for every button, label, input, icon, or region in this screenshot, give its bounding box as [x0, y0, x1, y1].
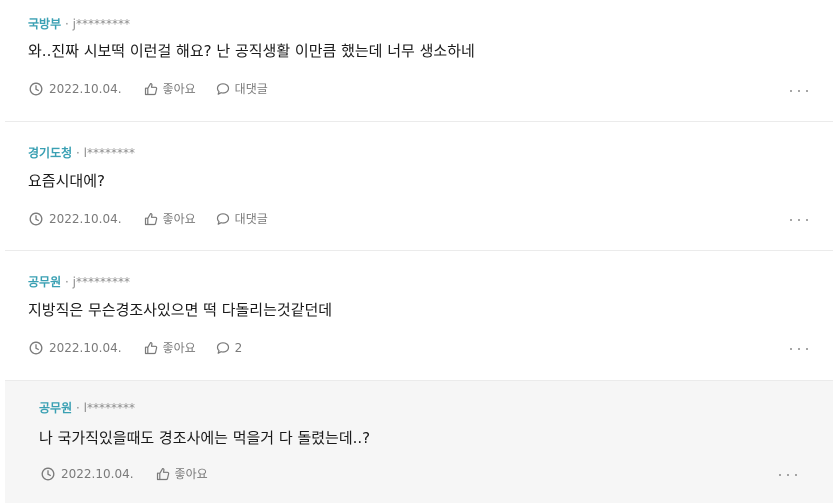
meta-separator: · — [64, 17, 69, 31]
reply-count-button[interactable]: 2 — [216, 339, 243, 357]
comment-item: 공무원 · j********* 지방직은 무슨경조사있으면 떡 다돌리는것같던… — [5, 251, 833, 380]
comment-date: 2022.10.04. — [41, 465, 134, 483]
reply-item: 공무원 · l******** 나 국가직있을때도 경조사에는 먹을거 다 돌렸… — [5, 380, 833, 503]
comment-meta: 공무원 · l******** — [39, 400, 135, 416]
reply-label: 대댓글 — [234, 82, 268, 96]
like-button[interactable]: 좋아요 — [144, 210, 196, 228]
comment-actions: 2022.10.04. 좋아요 대댓글 — [29, 80, 268, 98]
like-label: 좋아요 — [162, 82, 196, 96]
meta-separator: · — [64, 275, 69, 289]
clock-icon — [29, 212, 43, 226]
comment-date: 2022.10.04. — [29, 339, 122, 357]
author-org[interactable]: 공무원 — [28, 275, 61, 289]
comment-date: 2022.10.04. — [29, 210, 122, 228]
reply-count: 2 — [234, 341, 243, 355]
like-button[interactable]: 좋아요 — [144, 339, 196, 357]
date-text: 2022.10.04. — [49, 341, 122, 355]
speech-bubble-icon — [216, 83, 229, 95]
more-horizontal-icon[interactable] — [790, 86, 808, 96]
meta-separator: · — [75, 401, 80, 415]
comment-actions: 2022.10.04. 좋아요 — [41, 465, 208, 483]
comment-text: 지방직은 무슨경조사있으면 떡 다돌리는것같던데 — [28, 301, 333, 319]
like-label: 좋아요 — [174, 467, 208, 481]
comment-text: 와..진짜 시보떡 이런걸 해요? 난 공직생활 이만큼 했는데 너무 생소하네 — [28, 42, 475, 60]
author-org[interactable]: 공무원 — [39, 401, 72, 415]
like-label: 좋아요 — [162, 341, 196, 355]
comment-meta: 경기도청 · l******** — [28, 145, 135, 161]
comment-meta: 국방부 · j********* — [28, 16, 130, 32]
reply-button[interactable]: 대댓글 — [216, 210, 268, 228]
comment-text: 요즘시대에? — [28, 172, 105, 190]
date-text: 2022.10.04. — [61, 467, 134, 481]
author-id: j********* — [72, 17, 130, 31]
more-horizontal-icon[interactable] — [779, 470, 797, 480]
reply-button[interactable]: 대댓글 — [216, 80, 268, 98]
meta-separator: · — [76, 146, 80, 160]
thumbs-up-icon — [144, 342, 157, 355]
like-button[interactable]: 좋아요 — [156, 465, 208, 483]
comment-actions: 2022.10.04. 좋아요 대댓글 — [29, 210, 268, 228]
speech-bubble-icon — [216, 213, 229, 225]
speech-bubble-icon — [216, 342, 229, 354]
like-label: 좋아요 — [162, 212, 196, 226]
author-id: l******** — [83, 401, 135, 415]
clock-icon — [41, 467, 55, 481]
date-text: 2022.10.04. — [49, 82, 122, 96]
comment-text: 나 국가직있을때도 경조사에는 먹을거 다 돌렸는데..? — [39, 429, 371, 447]
more-horizontal-icon[interactable] — [790, 215, 808, 225]
comment-item: 국방부 · j********* 와..진짜 시보떡 이런걸 해요? 난 공직생… — [5, 0, 833, 122]
comment-item: 경기도청 · l******** 요즘시대에? 2022.10.04. 좋아요 … — [5, 122, 833, 251]
more-horizontal-icon[interactable] — [790, 344, 808, 354]
like-button[interactable]: 좋아요 — [144, 80, 196, 98]
comment-actions: 2022.10.04. 좋아요 2 — [29, 339, 242, 357]
comment-date: 2022.10.04. — [29, 80, 122, 98]
thumbs-up-icon — [156, 468, 169, 481]
author-id: l******** — [83, 146, 135, 160]
clock-icon — [29, 341, 43, 355]
author-org[interactable]: 경기도청 — [28, 146, 72, 160]
thumbs-up-icon — [144, 83, 157, 96]
clock-icon — [29, 82, 43, 96]
reply-label: 대댓글 — [234, 212, 268, 226]
author-org[interactable]: 국방부 — [28, 17, 61, 31]
author-id: j********* — [72, 275, 130, 289]
date-text: 2022.10.04. — [49, 212, 122, 226]
thumbs-up-icon — [144, 213, 157, 226]
comment-meta: 공무원 · j********* — [28, 274, 130, 290]
